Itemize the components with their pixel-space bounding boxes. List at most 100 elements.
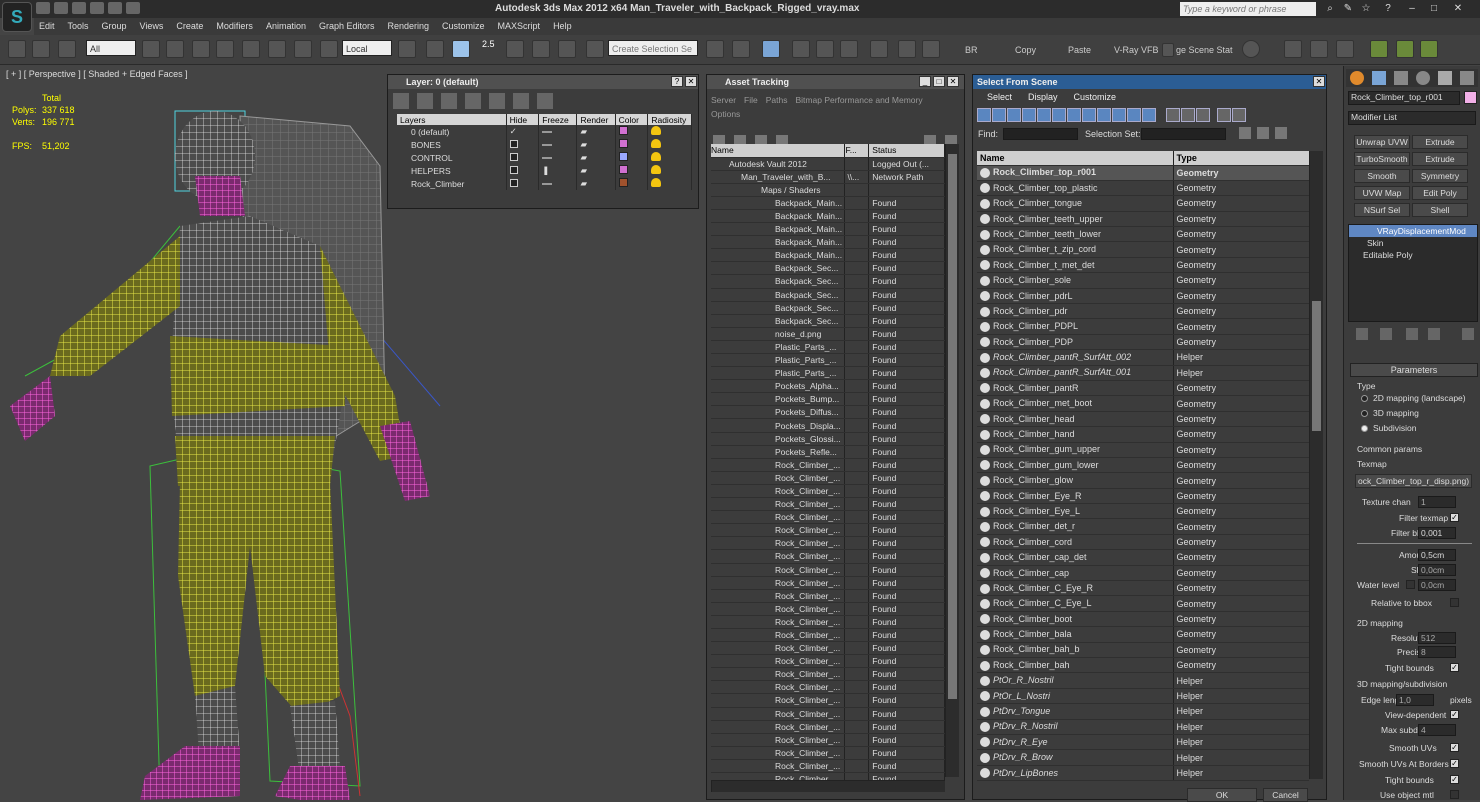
help-icon[interactable]: ? xyxy=(671,76,683,87)
layer-name[interactable]: HELPERS xyxy=(397,164,507,177)
utilities-tab-icon[interactable] xyxy=(1460,71,1474,85)
scene-object-row[interactable]: Rock_Climber_top_plastic Geometry xyxy=(977,180,1309,197)
asset-row[interactable]: Rock_Climber_... Found xyxy=(711,693,945,708)
scene-object-row[interactable]: Rock_Climber_sole Geometry xyxy=(977,272,1309,289)
motion-tab-icon[interactable] xyxy=(1416,71,1430,85)
layer-color[interactable] xyxy=(615,138,649,151)
asset-row[interactable]: Backpack_Sec... Found xyxy=(711,314,945,328)
menu-select[interactable]: Select xyxy=(987,92,1012,102)
object-name[interactable]: PtDrv_R_Brow xyxy=(993,752,1053,762)
object-name[interactable]: Rock_Climber_cord xyxy=(993,537,1072,547)
tools-icon[interactable]: ✎ xyxy=(1340,3,1356,15)
filter-lights-icon[interactable] xyxy=(1007,108,1021,122)
asset-row[interactable]: Backpack_Sec... Found xyxy=(711,261,945,276)
layer-radiosity[interactable] xyxy=(647,177,692,190)
layer-color[interactable] xyxy=(615,125,649,138)
scene-object-row[interactable]: Rock_Climber_pdr Geometry xyxy=(977,303,1309,320)
menu-display[interactable]: Display xyxy=(1028,92,1058,102)
filter-containers-icon[interactable] xyxy=(1112,108,1126,122)
asset-name[interactable]: Rock_Climber_... xyxy=(711,497,846,512)
filter-texmap-checkbox[interactable]: ✓ xyxy=(1450,513,1459,522)
configure-sets-icon[interactable] xyxy=(1462,328,1474,340)
asset-row[interactable]: Rock_Climber_... Found xyxy=(711,536,945,551)
select-move-icon[interactable] xyxy=(242,40,260,58)
asset-name[interactable]: Pockets_Displa... xyxy=(711,418,846,433)
asset-row[interactable]: Plastic_Parts_... Found xyxy=(711,353,945,368)
add-set-icon[interactable] xyxy=(1239,127,1251,139)
shell-button[interactable]: Shell xyxy=(1412,203,1468,217)
hierarchy-tab-icon[interactable] xyxy=(1394,71,1408,85)
layer-row[interactable]: Rock_Climber ▰ xyxy=(397,177,692,190)
filter-groups-icon[interactable] xyxy=(1067,108,1081,122)
col-name[interactable]: Name xyxy=(977,151,1174,166)
asset-name[interactable]: Plastic_Parts_... xyxy=(711,353,846,368)
asset-row[interactable]: Pockets_Refle... Found xyxy=(711,445,945,459)
filter-bones-icon[interactable] xyxy=(1097,108,1111,122)
menu-maxscript[interactable]: MAXScript xyxy=(493,18,549,31)
object-name[interactable]: Rock_Climber_t_met_det xyxy=(993,260,1095,270)
graphite-modeling-icon[interactable] xyxy=(792,40,810,58)
object-name[interactable]: Rock_Climber_glow xyxy=(993,475,1073,485)
object-name-field[interactable]: Rock_Climber_top_r001 xyxy=(1348,91,1460,105)
asset-row[interactable]: Pockets_Bump... Found xyxy=(711,392,945,407)
asset-row[interactable]: Rock_Climber_... Found xyxy=(711,563,945,577)
object-name[interactable]: Rock_Climber_pantR xyxy=(993,383,1079,393)
layer-hide[interactable] xyxy=(506,164,540,177)
asset-row[interactable]: Rock_Climber_... Found xyxy=(711,628,945,643)
layer-freeze[interactable] xyxy=(538,177,578,190)
filter-helpers-icon[interactable] xyxy=(1037,108,1051,122)
scene-object-row[interactable]: PtOr_R_Nostril Helper xyxy=(977,672,1309,689)
scene-object-row[interactable]: Rock_Climber_hand Geometry xyxy=(977,426,1309,443)
asset-name[interactable]: noise_d.png xyxy=(711,327,846,341)
edit-set-icon[interactable] xyxy=(1257,127,1269,139)
asset-row[interactable]: Rock_Climber_... Found xyxy=(711,549,945,564)
menu-bitmap-performance[interactable]: Bitmap Performance and Memory xyxy=(796,95,923,105)
menu-modifiers[interactable]: Modifiers xyxy=(211,18,261,31)
col-radiosity[interactable]: Radiosity xyxy=(647,114,692,125)
asset-name[interactable]: Rock_Climber_... xyxy=(711,759,846,774)
unwrap-uvw-button[interactable]: Unwrap UVW xyxy=(1354,135,1410,149)
amount-input[interactable]: 0,5cm xyxy=(1418,549,1456,561)
object-name[interactable]: PtOr_R_Nostril xyxy=(993,675,1054,685)
filter-shapes-icon[interactable] xyxy=(992,108,1006,122)
select-by-name-icon[interactable] xyxy=(166,40,184,58)
scene-object-row[interactable]: Rock_Climber_cap_det Geometry xyxy=(977,549,1309,566)
close-icon[interactable]: ✕ xyxy=(1313,76,1325,87)
bone-tools-icon[interactable] xyxy=(1370,40,1388,58)
asset-name[interactable]: Rock_Climber_... xyxy=(711,523,846,538)
object-name[interactable]: Rock_Climber_PDPL xyxy=(993,321,1078,331)
asset-scrollbar[interactable] xyxy=(945,144,959,777)
object-name[interactable]: Rock_Climber_t_zip_cord xyxy=(993,244,1096,254)
render-setup-icon[interactable] xyxy=(898,40,916,58)
asset-row[interactable]: Rock_Climber_... Found xyxy=(711,576,945,590)
create-layer-icon[interactable] xyxy=(393,93,409,109)
menu-animation[interactable]: Animation xyxy=(261,18,314,31)
asset-row[interactable]: Rock_Climber_... Found xyxy=(711,497,945,512)
rotate-icon[interactable] xyxy=(294,40,312,58)
asset-name[interactable]: Maps / Shaders xyxy=(711,183,846,197)
scroll-thumb[interactable] xyxy=(948,154,957,699)
asset-name[interactable]: Rock_Climber_... xyxy=(711,707,846,721)
smooth-uvs-checkbox[interactable]: ✓ xyxy=(1450,743,1459,752)
asset-name[interactable]: Pockets_Refle... xyxy=(711,445,846,459)
object-name[interactable]: Rock_Climber_bah xyxy=(993,660,1070,670)
asset-row[interactable]: Rock_Climber_... Found xyxy=(711,746,945,760)
asset-name[interactable]: Plastic_Parts_... xyxy=(711,340,846,355)
asset-name[interactable]: Backpack_Sec... xyxy=(711,301,846,315)
asset-name[interactable]: Rock_Climber_... xyxy=(711,536,846,551)
asset-name[interactable]: Rock_Climber_... xyxy=(711,615,846,629)
scene-object-row[interactable]: Rock_Climber_pantR Geometry xyxy=(977,380,1309,397)
asset-name[interactable]: Backpack_Main... xyxy=(711,235,846,250)
scene-object-row[interactable]: Rock_Climber_C_Eye_L Geometry xyxy=(977,595,1309,612)
save-icon[interactable] xyxy=(72,2,86,14)
asset-name[interactable]: Rock_Climber_... xyxy=(711,733,846,747)
material-editor-icon[interactable] xyxy=(870,40,888,58)
layer-name[interactable]: 0 (default) xyxy=(397,125,507,138)
stack-item-editable-poly[interactable]: Editable Poly xyxy=(1349,249,1477,261)
asset-row[interactable]: Man_Traveler_with_B... \\... Network Path xyxy=(711,170,945,184)
asset-name[interactable]: Rock_Climber_... xyxy=(711,549,846,564)
delete-set-icon[interactable] xyxy=(1275,127,1287,139)
spinner-snap-icon[interactable] xyxy=(558,40,576,58)
maximize-icon[interactable]: □ xyxy=(1426,3,1442,15)
water-level-input[interactable]: 0,0cm xyxy=(1418,579,1456,591)
